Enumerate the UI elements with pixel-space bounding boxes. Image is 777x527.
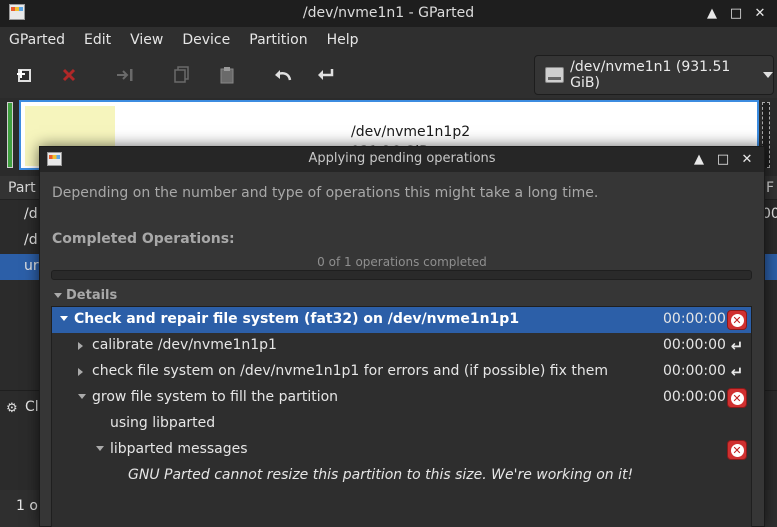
- details-row[interactable]: grow file system to fill the partition 00…: [52, 385, 751, 411]
- dialog-close-button[interactable]: ✕: [738, 150, 756, 168]
- dialog-titlebar: Applying pending operations ▲ □ ✕: [40, 147, 764, 172]
- details-label: Details: [66, 288, 118, 303]
- details-row-text: calibrate /dev/nvme1n1p1: [92, 337, 277, 353]
- details-row-status: [727, 440, 747, 460]
- error-icon: [727, 440, 747, 460]
- menu-gparted[interactable]: GParted: [0, 32, 75, 48]
- pending-operation-item[interactable]: Cl: [25, 399, 39, 415]
- menu-help[interactable]: Help: [318, 32, 369, 48]
- details-row-text: grow file system to fill the partition: [92, 389, 339, 405]
- details-row-time: 00:00:00: [663, 311, 726, 327]
- details-row-selected[interactable]: Check and repair file system (fat32) on …: [52, 307, 751, 333]
- operations-progress-bar: [51, 270, 752, 280]
- gear-icon: ⚙: [6, 401, 18, 416]
- disk-icon: [545, 67, 565, 83]
- chevron-down-icon[interactable]: [96, 446, 104, 451]
- dialog-title: Applying pending operations: [308, 151, 496, 166]
- success-icon: ↵: [730, 363, 744, 381]
- details-row-status: ↵: [727, 336, 747, 356]
- details-row[interactable]: libparted messages: [52, 437, 751, 463]
- completed-operations-label: Completed Operations:: [52, 231, 235, 247]
- chevron-right-icon[interactable]: [78, 342, 83, 350]
- delete-icon[interactable]: [58, 64, 80, 86]
- details-expander[interactable]: Details: [54, 288, 117, 303]
- window-title: /dev/nvme1n1 - GParted: [302, 5, 475, 21]
- details-row-time: 00:00:00: [663, 363, 726, 379]
- table-cell-partition: ur: [24, 258, 39, 274]
- details-row[interactable]: check file system on /dev/nvme1n1p1 for …: [52, 359, 751, 385]
- details-row-text: using libparted: [110, 415, 216, 431]
- menu-device[interactable]: Device: [173, 32, 240, 48]
- partition-segment-p1[interactable]: [7, 102, 13, 168]
- maximize-button[interactable]: □: [727, 4, 745, 22]
- menu-view[interactable]: View: [121, 32, 173, 48]
- apply-operations-dialog: Applying pending operations ▲ □ ✕ Depend…: [39, 146, 765, 527]
- table-cell-partition: /d: [24, 232, 38, 248]
- details-row-text: GNU Parted cannot resize this partition …: [128, 467, 634, 483]
- partition-map-name: /dev/nvme1n1p2: [351, 124, 471, 140]
- chevron-down-icon: [54, 293, 62, 298]
- menu-partition[interactable]: Partition: [240, 32, 317, 48]
- new-partition-icon[interactable]: [14, 64, 36, 86]
- details-row-text: Check and repair file system (fat32) on …: [74, 311, 520, 327]
- chevron-right-icon[interactable]: [78, 368, 83, 376]
- success-icon: ↵: [730, 337, 744, 355]
- resize-move-icon[interactable]: [114, 64, 136, 86]
- minimize-button[interactable]: ▲: [703, 4, 721, 22]
- details-row-text: check file system on /dev/nvme1n1p1 for …: [92, 363, 608, 379]
- apply-icon[interactable]: [315, 64, 337, 86]
- copy-icon[interactable]: [171, 64, 193, 86]
- details-row[interactable]: calibrate /dev/nvme1n1p1 00:00:00 ↵: [52, 333, 751, 359]
- details-row-time: 00:00:00: [663, 337, 726, 353]
- chevron-down-icon: [763, 72, 773, 78]
- menubar: GParted Edit View Device Partition Help: [0, 27, 777, 53]
- column-header-partition[interactable]: Part: [8, 180, 36, 196]
- error-icon: [727, 388, 747, 408]
- window-titlebar: /dev/nvme1n1 - GParted ▲ □ ✕: [0, 0, 777, 27]
- device-selector-value: /dev/nvme1n1 (931.51 GiB): [570, 59, 731, 91]
- dialog-maximize-button[interactable]: □: [714, 150, 732, 168]
- dialog-minimize-button[interactable]: ▲: [690, 150, 708, 168]
- progress-text: 0 of 1 operations completed: [317, 255, 487, 269]
- details-tree: Check and repair file system (fat32) on …: [51, 306, 752, 527]
- details-row-time: 00:00:00: [663, 389, 726, 405]
- details-row-status: ↵: [727, 362, 747, 382]
- details-row[interactable]: GNU Parted cannot resize this partition …: [52, 463, 751, 489]
- menu-edit[interactable]: Edit: [75, 32, 121, 48]
- paste-icon[interactable]: [216, 64, 238, 86]
- chevron-down-icon[interactable]: [78, 394, 86, 399]
- details-row-status: [727, 388, 747, 408]
- chevron-down-icon[interactable]: [60, 316, 68, 321]
- column-header-filesystem[interactable]: F: [766, 180, 774, 196]
- device-selector[interactable]: /dev/nvme1n1 (931.51 GiB): [534, 55, 774, 95]
- details-row-text: libparted messages: [110, 441, 248, 457]
- undo-icon[interactable]: [272, 64, 294, 86]
- close-button[interactable]: ✕: [751, 4, 769, 22]
- error-icon: [727, 310, 747, 330]
- dialog-info-text: Depending on the number and type of oper…: [52, 185, 599, 201]
- table-cell-partition: /d: [24, 206, 38, 222]
- details-row-status: [727, 310, 747, 330]
- details-row[interactable]: using libparted: [52, 411, 751, 437]
